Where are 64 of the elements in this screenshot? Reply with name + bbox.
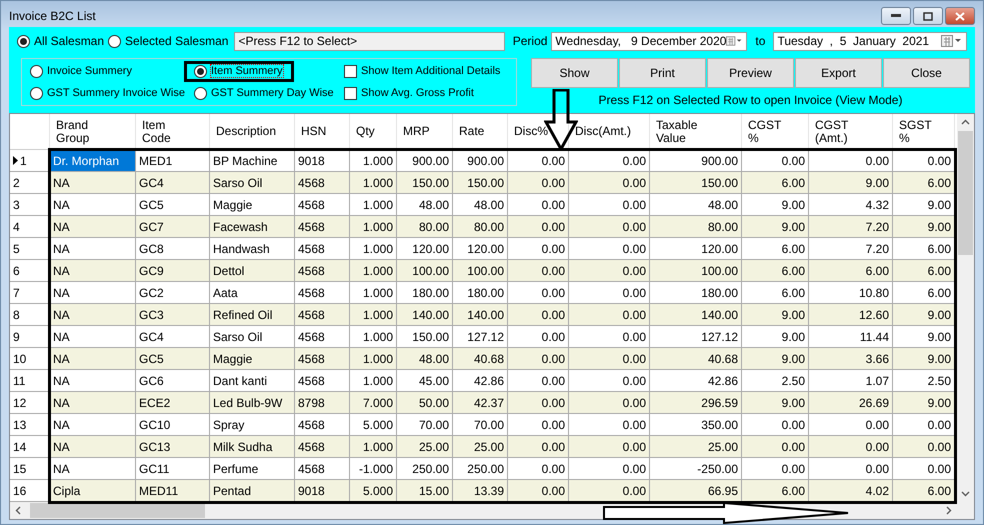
table-cell: 0.00	[508, 480, 569, 502]
row-header[interactable]: 6	[10, 260, 50, 282]
scroll-up-icon[interactable]	[961, 118, 970, 127]
minimize-button[interactable]	[881, 7, 911, 25]
close-button[interactable]	[945, 7, 975, 25]
row-header[interactable]: 10	[10, 348, 50, 370]
period-label: Period	[512, 34, 548, 48]
scroll-thumb[interactable]	[30, 503, 205, 518]
table-cell: Cipla	[50, 480, 136, 502]
vertical-scrollbar[interactable]	[957, 114, 974, 502]
hint-text: Press F12 on Selected Row to open Invoice (View Mode)	[598, 93, 904, 107]
checkbox[interactable]	[344, 64, 357, 78]
table-cell: 6.00	[893, 480, 955, 502]
table-cell: Pentad	[210, 480, 295, 502]
radio-label: Invoice Summery	[47, 65, 132, 77]
radio-label: GST Summery Invoice Wise	[47, 87, 185, 99]
calendar-icon[interactable]	[726, 35, 744, 47]
table-cell: 6.00	[742, 480, 809, 502]
radio-label: GST Summery Day Wise	[211, 87, 334, 99]
checkbox[interactable]	[344, 86, 357, 100]
radio-button[interactable]	[30, 64, 43, 78]
date-picker[interactable]: Wednesday, 9 December 2020	[551, 32, 748, 50]
row-header[interactable]: 4	[10, 216, 50, 238]
table-cell: 0.00	[569, 480, 650, 502]
scroll-right-icon[interactable]	[944, 506, 953, 515]
window-title: Invoice B2C List	[9, 9, 96, 25]
row-header[interactable]: 14	[10, 436, 50, 458]
row-header[interactable]: 12	[10, 392, 50, 414]
table-cell: Dr. Morphan	[50, 150, 136, 172]
table-cell: 13.39	[453, 480, 508, 502]
maximize-icon	[923, 12, 933, 20]
maximize-button[interactable]	[913, 7, 943, 25]
row-header[interactable]: 8	[10, 304, 50, 326]
table-cell: 5.000	[350, 480, 397, 502]
scroll-left-icon[interactable]	[14, 506, 23, 515]
radio-button[interactable]	[194, 64, 207, 78]
radio-button[interactable]	[30, 86, 43, 100]
action-button[interactable]: Show	[531, 58, 618, 88]
row-header[interactable]: 16	[10, 480, 50, 502]
scroll-down-icon[interactable]	[961, 489, 970, 498]
calendar-icon[interactable]	[941, 35, 963, 47]
radio-label: All Salesman	[34, 34, 104, 48]
table-cell: MED11	[136, 480, 210, 502]
action-button[interactable]: Close	[883, 58, 970, 88]
minimize-icon	[891, 14, 901, 18]
radio-button[interactable]	[17, 34, 30, 48]
to-label: to	[755, 34, 766, 48]
table-cell: 4.02	[809, 480, 893, 502]
radio-button[interactable]	[108, 34, 122, 48]
close-icon	[955, 12, 965, 20]
action-button[interactable]: Print	[619, 58, 706, 88]
action-button[interactable]: Preview	[707, 58, 794, 88]
scroll-thumb[interactable]	[958, 131, 973, 255]
table-cell: 15.00	[397, 480, 453, 502]
checkbox-label: Show Item Additional Details	[361, 65, 500, 77]
date-picker[interactable]: Tuesday , 5 January 2021	[773, 32, 967, 50]
radio-label: Item Summery	[211, 65, 283, 77]
radio-label: Selected Salesman	[125, 34, 228, 48]
radio-button[interactable]	[194, 86, 207, 100]
action-button[interactable]: Export	[795, 58, 882, 88]
row-header[interactable]: 2	[10, 172, 50, 194]
checkbox-label: Show Avg. Gross Profit	[361, 87, 474, 99]
table-cell: 9018	[295, 480, 350, 502]
salesman-field[interactable]: <Press F12 to Select>	[234, 32, 505, 50]
